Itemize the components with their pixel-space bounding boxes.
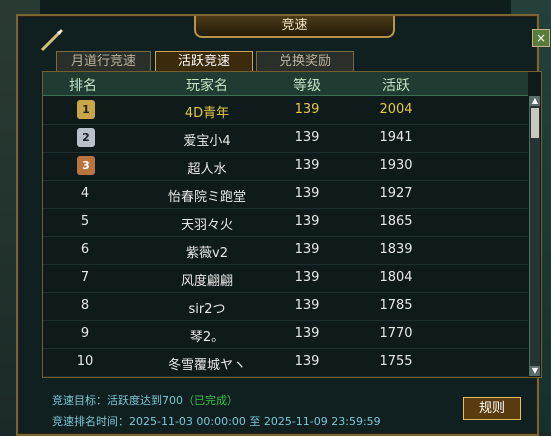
tab-activity-race[interactable]: 活跃竞速 xyxy=(155,51,253,71)
rank-number: 6 xyxy=(80,242,90,257)
table-row[interactable]: 5 天羽々火 139 1865 xyxy=(43,208,528,237)
race-goal: 竞速目标：活跃度达到700（已完成） xyxy=(52,392,238,408)
race-time: 竞速排名时间：2025-11-03 00:00:00 至 2025-11-09 … xyxy=(52,413,381,429)
player-name: 冬雪覆城ヤヽ xyxy=(167,358,246,373)
rank-number: 5 xyxy=(80,214,90,229)
player-activity: 1770 xyxy=(379,326,413,341)
player-name: sir2つ xyxy=(188,302,226,317)
player-activity: 1804 xyxy=(379,270,413,285)
table-row[interactable]: 1 4D青年 139 2004 xyxy=(43,96,528,125)
player-name: 琴2。 xyxy=(189,330,225,345)
player-level: 139 xyxy=(294,158,320,173)
player-name: 4D青年 xyxy=(184,106,230,121)
race-goal-status: （已完成） xyxy=(183,394,238,407)
table-row[interactable]: 2 爱宝小4 139 1941 xyxy=(43,124,528,153)
header-level: 等级 xyxy=(293,78,321,94)
rank-number: 8 xyxy=(80,298,90,313)
player-name: 超人水 xyxy=(187,162,227,177)
rank-badge-gold-icon: 1 xyxy=(77,100,95,119)
player-level: 139 xyxy=(294,214,320,229)
player-level: 139 xyxy=(294,242,320,257)
rank-badge-silver-icon: 2 xyxy=(77,128,95,147)
player-name: 天羽々火 xyxy=(180,218,233,233)
rank-badge-bronze-icon: 3 xyxy=(77,156,95,175)
close-button[interactable]: × xyxy=(532,29,550,47)
ranking-table: 排名 玩家名 等级 活跃 1 4D青年 139 2004 2 爱宝小4 139 … xyxy=(42,71,542,378)
player-level: 139 xyxy=(294,298,320,313)
rules-button[interactable]: 规则 xyxy=(463,397,521,420)
player-activity: 1865 xyxy=(379,214,413,229)
window-title: 竞速 xyxy=(194,16,395,38)
player-level: 139 xyxy=(294,326,320,341)
table-row[interactable]: 3 超人水 139 1930 xyxy=(43,152,528,181)
player-name: 紫薇v2 xyxy=(186,246,228,261)
player-activity: 1941 xyxy=(379,130,413,145)
table-row[interactable]: 7 风度翩翩 139 1804 xyxy=(43,264,528,293)
scroll-up-icon[interactable]: ▲ xyxy=(530,96,540,106)
player-activity: 1839 xyxy=(379,242,413,257)
header-rank: 排名 xyxy=(69,78,97,94)
table-header: 排名 玩家名 等级 活跃 xyxy=(43,72,528,96)
race-goal-value: 活跃度达到700 xyxy=(107,394,183,407)
player-level: 139 xyxy=(294,270,320,285)
table-row[interactable]: 9 琴2。 139 1770 xyxy=(43,320,528,349)
rank-number: 7 xyxy=(80,270,90,285)
race-time-value: 2025-11-03 00:00:00 至 2025-11-09 23:59:5… xyxy=(129,415,381,428)
player-activity: 1755 xyxy=(379,354,413,369)
player-activity: 2004 xyxy=(379,102,413,117)
table-row[interactable]: 6 紫薇v2 139 1839 xyxy=(43,236,528,265)
table-row[interactable]: 8 sir2つ 139 1785 xyxy=(43,292,528,321)
tab-exchange-rewards[interactable]: 兑换奖励 xyxy=(256,51,354,71)
scroll-down-icon[interactable]: ▼ xyxy=(530,366,540,376)
player-name: 爱宝小4 xyxy=(183,134,231,149)
player-name: 怡春院ミ跑堂 xyxy=(167,190,246,205)
player-activity: 1930 xyxy=(379,158,413,173)
arrow-icon xyxy=(40,28,64,52)
player-level: 139 xyxy=(294,186,320,201)
table-row[interactable]: 10 冬雪覆城ヤヽ 139 1755 xyxy=(43,348,528,377)
game-window: 竞速 × 月道行竞速 活跃竞速 兑换奖励 排名 玩家名 等级 活跃 1 4D青年… xyxy=(0,0,551,436)
player-name: 风度翩翩 xyxy=(180,274,233,289)
rank-number: 10 xyxy=(76,354,94,369)
scroll-thumb[interactable] xyxy=(531,108,539,138)
table-row[interactable]: 4 怡春院ミ跑堂 139 1927 xyxy=(43,180,528,209)
rank-number: 4 xyxy=(80,186,90,201)
header-player-name: 玩家名 xyxy=(186,78,228,94)
player-activity: 1927 xyxy=(379,186,413,201)
header-activity: 活跃 xyxy=(382,78,410,94)
player-level: 139 xyxy=(294,354,320,369)
player-level: 139 xyxy=(294,130,320,145)
rank-number: 9 xyxy=(80,326,90,341)
race-panel: 竞速 × 月道行竞速 活跃竞速 兑换奖励 排名 玩家名 等级 活跃 1 4D青年… xyxy=(16,14,550,436)
player-level: 139 xyxy=(294,102,320,117)
table-scrollbar[interactable]: ▲ ▼ xyxy=(529,96,540,376)
tab-monthly-race[interactable]: 月道行竞速 xyxy=(56,51,151,71)
race-goal-label: 竞速目标： xyxy=(52,394,107,407)
player-activity: 1785 xyxy=(379,298,413,313)
race-time-label: 竞速排名时间： xyxy=(52,415,129,428)
